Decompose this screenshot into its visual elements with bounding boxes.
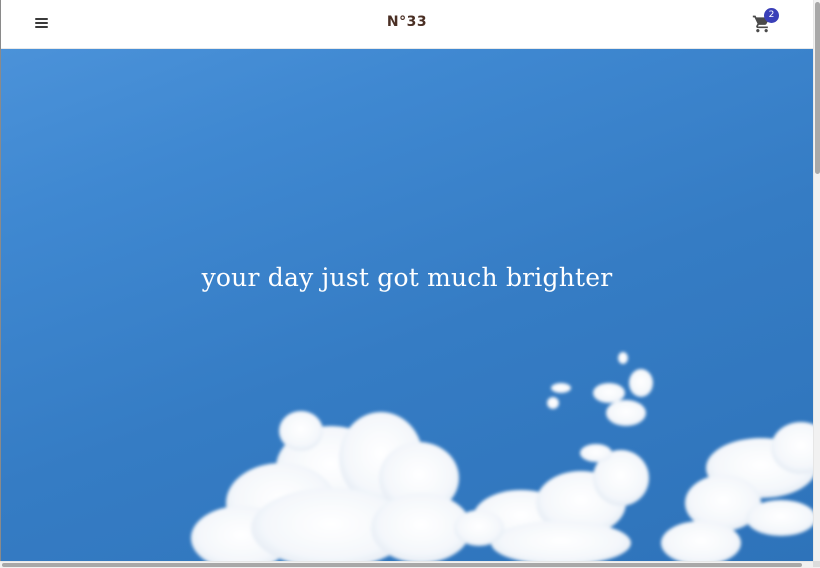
clouds-illustration: [191, 352, 813, 561]
brand-logo[interactable]: N°33: [1, 14, 813, 30]
scrollbar-corner: [813, 561, 820, 567]
hero-banner: your day just got much brighter: [1, 48, 813, 561]
vertical-scrollbar-thumb[interactable]: [815, 2, 820, 174]
site-header: N°33 2: [1, 0, 813, 49]
hero-tagline: your day just got much brighter: [201, 263, 613, 292]
page: N°33 2 your day just got much brighter: [1, 0, 813, 561]
horizontal-scrollbar-thumb[interactable]: [2, 563, 802, 567]
cart-count-badge: 2: [764, 8, 779, 23]
vertical-scrollbar[interactable]: [813, 0, 820, 561]
